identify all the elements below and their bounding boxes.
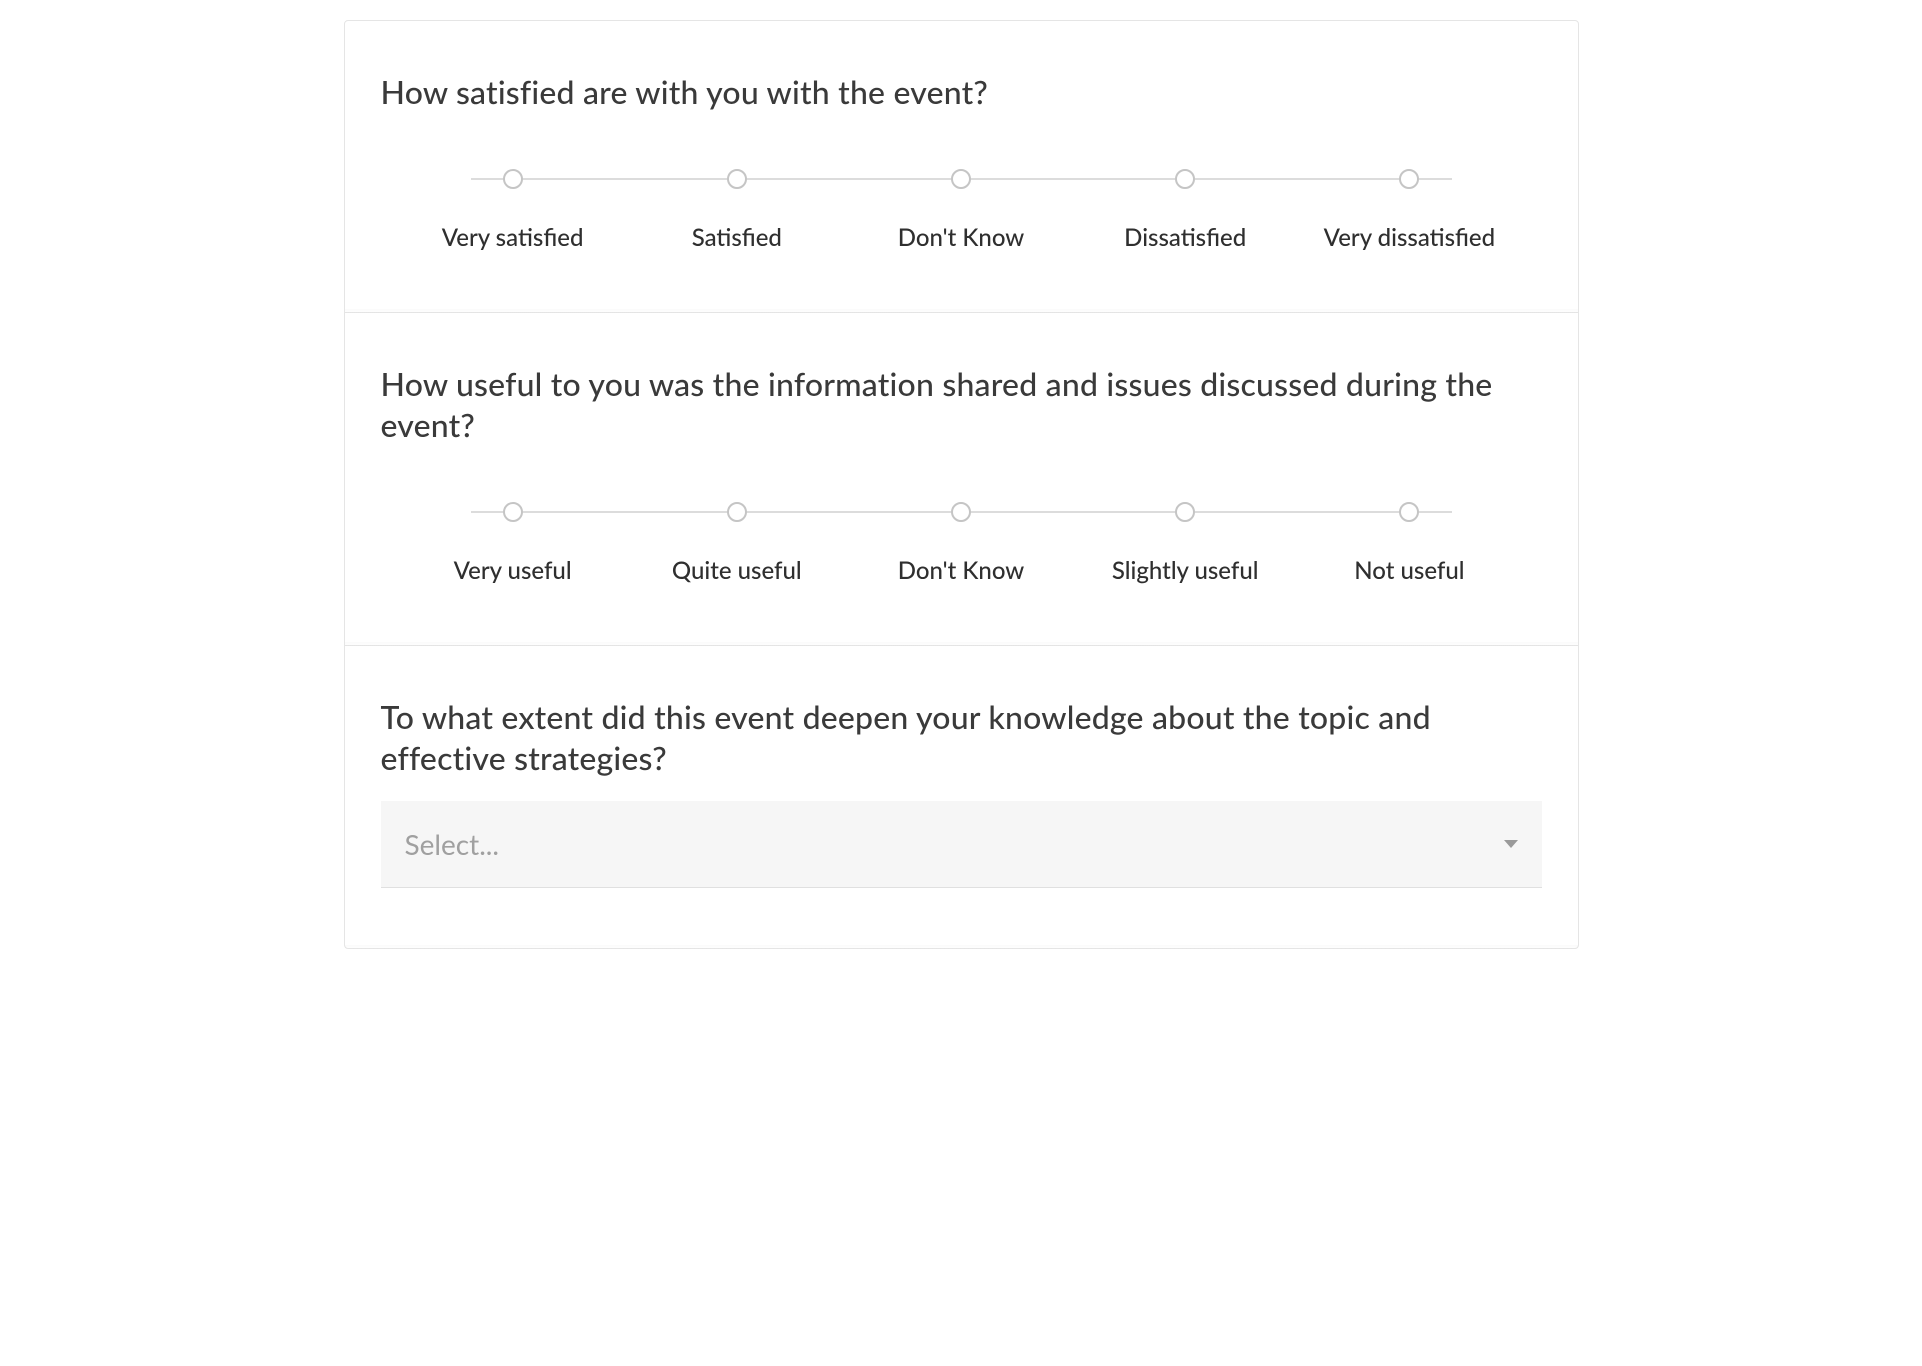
radio-dot-icon <box>951 169 971 189</box>
question-card-satisfaction: How satisfied are with you with the even… <box>345 21 1578 313</box>
radio-dot-icon <box>1175 169 1195 189</box>
question-title: How useful to you was the information sh… <box>381 363 1542 446</box>
likert-option-dont-know[interactable]: Don't Know <box>849 169 1073 252</box>
radio-dot-icon <box>727 169 747 189</box>
likert-label: Quite useful <box>672 556 802 585</box>
radio-dot-icon <box>951 502 971 522</box>
likert-label: Very useful <box>454 556 572 585</box>
likert-scale: Very satisfied Satisfied Don't Know Diss… <box>381 169 1542 252</box>
select-placeholder: Select... <box>405 827 500 861</box>
radio-dot-icon <box>503 502 523 522</box>
radio-dot-icon <box>1399 169 1419 189</box>
radio-dot-icon <box>503 169 523 189</box>
question-card-usefulness: How useful to you was the information sh… <box>345 313 1578 646</box>
likert-label: Don't Know <box>898 556 1025 585</box>
question-title: To what extent did this event deepen you… <box>381 696 1542 779</box>
likert-label: Satisfied <box>692 223 782 252</box>
likert-option-not-useful[interactable]: Not useful <box>1297 502 1521 585</box>
likert-label: Slightly useful <box>1112 556 1259 585</box>
likert-option-dissatisfied[interactable]: Dissatisfied <box>1073 169 1297 252</box>
likert-option-quite-useful[interactable]: Quite useful <box>625 502 849 585</box>
likert-scale: Very useful Quite useful Don't Know Slig… <box>381 502 1542 585</box>
radio-dot-icon <box>1175 502 1195 522</box>
select-dropdown[interactable]: Select... <box>381 801 1542 888</box>
caret-down-icon <box>1504 840 1518 848</box>
likert-option-very-satisfied[interactable]: Very satisfied <box>401 169 625 252</box>
radio-dot-icon <box>727 502 747 522</box>
likert-label: Very dissatisfied <box>1324 223 1495 252</box>
radio-dot-icon <box>1399 502 1419 522</box>
likert-label: Dissatisfied <box>1124 223 1246 252</box>
survey-container: How satisfied are with you with the even… <box>344 20 1579 949</box>
likert-option-dont-know[interactable]: Don't Know <box>849 502 1073 585</box>
likert-option-very-dissatisfied[interactable]: Very dissatisfied <box>1297 169 1521 252</box>
likert-label: Don't Know <box>898 223 1025 252</box>
likert-label: Very satisfied <box>442 223 584 252</box>
likert-option-very-useful[interactable]: Very useful <box>401 502 625 585</box>
likert-label: Not useful <box>1354 556 1464 585</box>
likert-option-satisfied[interactable]: Satisfied <box>625 169 849 252</box>
question-title: How satisfied are with you with the even… <box>381 71 1542 113</box>
likert-option-slightly-useful[interactable]: Slightly useful <box>1073 502 1297 585</box>
question-card-knowledge: To what extent did this event deepen you… <box>345 646 1578 948</box>
